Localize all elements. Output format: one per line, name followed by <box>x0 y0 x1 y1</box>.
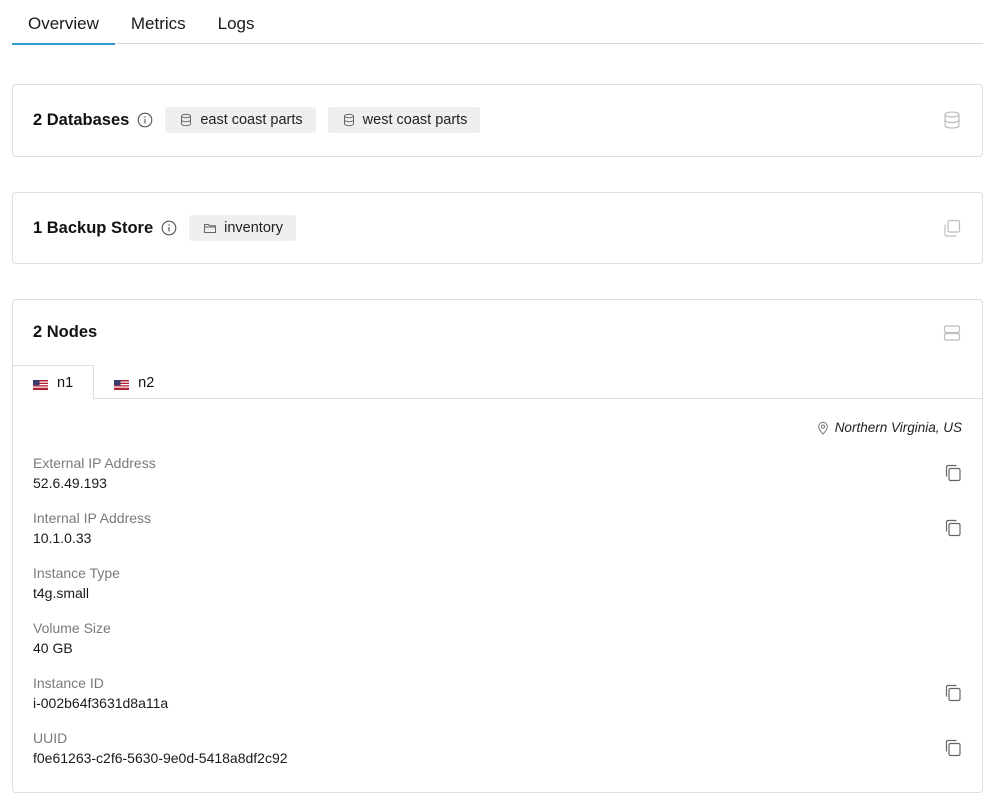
us-flag-icon <box>33 378 48 390</box>
node-tabs: n1 n2 <box>13 365 982 400</box>
us-flag-icon <box>114 378 130 390</box>
field-value: 40 GB <box>33 640 73 656</box>
info-icon[interactable] <box>137 112 153 128</box>
database-icon <box>942 110 962 130</box>
field-internal-ip: Internal IP Address 10.1.0.33 <box>33 510 963 550</box>
copy-icon[interactable] <box>943 738 963 758</box>
nodes-card: 2 Nodes n1 n2 Northern Virginia, US Exte… <box>12 299 983 793</box>
copy-icon[interactable] <box>943 683 963 703</box>
tab-overview[interactable]: Overview <box>12 0 115 45</box>
databases-title: 2 Databases <box>33 110 130 129</box>
database-icon <box>179 113 193 127</box>
nodes-title: 2 Nodes <box>33 323 98 341</box>
field-value: 10.1.0.33 <box>33 530 92 546</box>
databases-card: 2 Databases east coast parts west coast … <box>12 84 983 157</box>
backup-store-title: 1 Backup Store <box>33 218 154 237</box>
node-tab-label: n2 <box>138 374 155 391</box>
location-text: Northern Virginia, US <box>834 420 962 435</box>
field-value: 52.6.49.193 <box>33 475 107 491</box>
node-location: Northern Virginia, US <box>816 420 962 435</box>
top-tabs: Overview Metrics Logs <box>12 0 983 45</box>
field-label: Instance Type <box>33 565 120 581</box>
info-icon[interactable] <box>161 220 177 236</box>
field-label: Volume Size <box>33 620 111 636</box>
database-chip-west-coast-parts[interactable]: west coast parts <box>327 107 481 133</box>
backup-store-card: 1 Backup Store inventory <box>12 192 983 264</box>
field-label: Instance ID <box>33 675 104 691</box>
field-label: UUID <box>33 730 68 746</box>
backup-chip-inventory[interactable]: inventory <box>189 215 296 241</box>
copy-icon[interactable] <box>943 518 963 538</box>
field-instance-id: Instance ID i-002b64f3631d8a11a <box>33 675 963 715</box>
folder-icon <box>203 221 217 235</box>
node-tab-n2[interactable]: n2 <box>94 365 174 400</box>
map-pin-icon <box>816 421 830 435</box>
tab-metrics[interactable]: Metrics <box>115 0 202 44</box>
node-tab-label: n1 <box>57 374 74 391</box>
copy-stack-icon <box>942 218 962 238</box>
field-label: External IP Address <box>33 455 156 471</box>
field-instance-type: Instance Type t4g.small <box>33 565 963 605</box>
field-uuid: UUID f0e61263-c2f6-5630-9e0d-5418a8df2c9… <box>33 730 963 770</box>
database-icon <box>342 113 356 127</box>
chip-label: east coast parts <box>200 112 303 128</box>
field-value: t4g.small <box>33 585 90 601</box>
tab-logs[interactable]: Logs <box>202 0 271 44</box>
node-tab-n1[interactable]: n1 <box>13 365 95 400</box>
chip-label: inventory <box>224 220 283 236</box>
field-value: f0e61263-c2f6-5630-9e0d-5418a8df2c92 <box>33 750 288 766</box>
field-volume-size: Volume Size 40 GB <box>33 620 963 660</box>
field-label: Internal IP Address <box>33 510 152 526</box>
server-icon <box>942 323 962 343</box>
field-external-ip: External IP Address 52.6.49.193 <box>33 455 963 495</box>
copy-icon[interactable] <box>943 463 963 483</box>
chip-label: west coast parts <box>362 112 468 128</box>
field-value: i-002b64f3631d8a11a <box>33 695 169 711</box>
database-chip-east-coast-parts[interactable]: east coast parts <box>165 107 316 133</box>
